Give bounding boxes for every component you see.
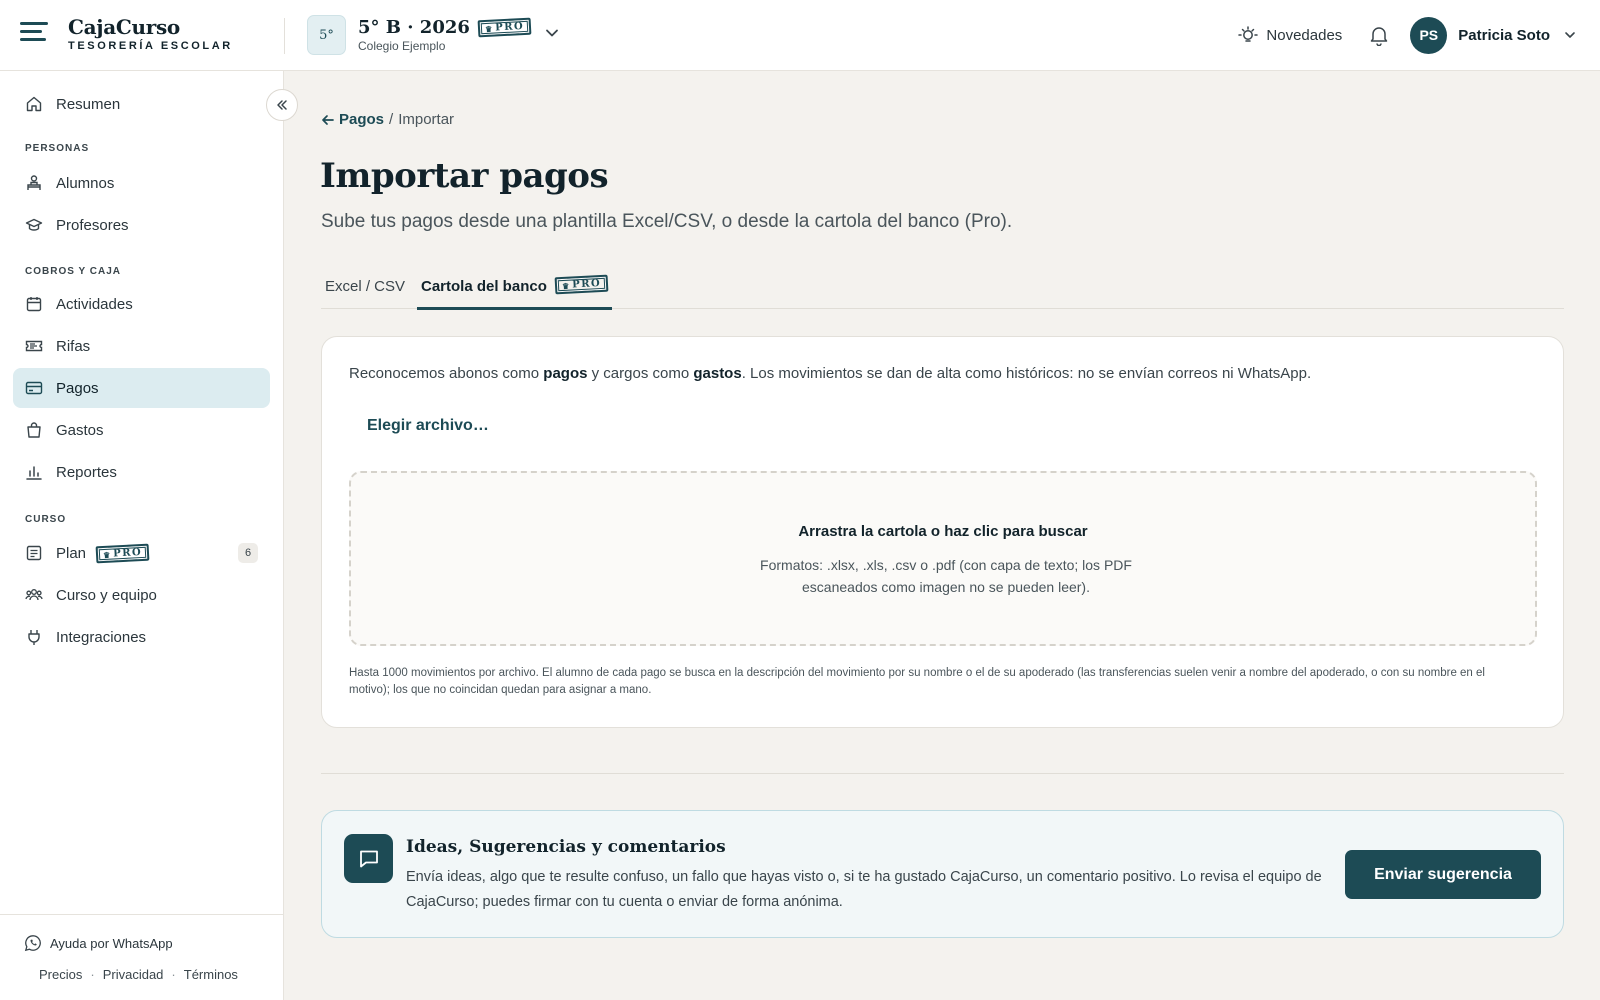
double-chevron-left-icon	[277, 100, 287, 110]
whatsapp-help-label: Ayuda por WhatsApp	[50, 935, 173, 951]
footer-links: Precios · Privacidad · Términos	[39, 967, 238, 982]
sidebar-item-label: Actividades	[56, 295, 133, 313]
lightbulb-icon	[1238, 26, 1259, 42]
sidebar-item-reportes[interactable]: Reportes	[13, 452, 270, 492]
brand-logo[interactable]: CajaCurso TESORERÍA ESCOLAR	[68, 15, 233, 52]
file-dropzone[interactable]: Arrastra la cartola o haz clic para busc…	[349, 471, 1537, 646]
section-cobros: COBROS Y CAJA	[25, 266, 121, 277]
dropzone-formats: Formatos: .xlsx, .xls, .csv o .pdf (con …	[760, 557, 1132, 595]
course-school: Colegio Ejemplo	[358, 39, 446, 53]
whatsapp-help-link[interactable]: Ayuda por WhatsApp	[24, 934, 173, 952]
sidebar-item-alumnos[interactable]: Alumnos	[13, 163, 270, 203]
plan-count-badge: 6	[238, 543, 258, 563]
dropzone-title: Arrastra la cartola o haz clic para busc…	[798, 523, 1088, 540]
calendar-icon	[26, 297, 42, 312]
footer-separator: ·	[171, 967, 176, 982]
graduation-cap-icon	[25, 218, 43, 231]
bar-chart-icon	[26, 466, 42, 480]
sidebar-item-label: Pagos	[56, 379, 99, 397]
sidebar-item-pagos[interactable]: Pagos	[13, 368, 270, 408]
pro-badge: ♛ PRO	[477, 17, 532, 38]
import-card: Reconocemos abonos como pagos y cargos c…	[321, 336, 1564, 728]
sidebar-item-curso-equipo[interactable]: Curso y equipo	[13, 575, 270, 615]
brand-subtitle: TESORERÍA ESCOLAR	[68, 40, 233, 52]
chat-bubble-icon	[344, 834, 393, 883]
sidebar-item-actividades[interactable]: Actividades	[13, 284, 270, 324]
sidebar-item-label: Alumnos	[56, 174, 115, 192]
chevron-down-icon[interactable]	[1564, 29, 1576, 41]
sidebar-item-resumen[interactable]: Resumen	[13, 84, 270, 124]
tab-label: Cartola del banco	[421, 278, 547, 295]
sidebar-item-profesores[interactable]: Profesores	[13, 205, 270, 245]
user-name[interactable]: Patricia Soto	[1458, 27, 1550, 44]
sidebar-item-label: Gastos	[56, 421, 104, 439]
page-title: Importar pagos	[320, 156, 609, 196]
section-curso: CURSO	[25, 514, 67, 525]
course-title-row: 5° B · 2026 ♛ PRO	[358, 17, 532, 38]
course-badge: 5°	[307, 15, 346, 55]
footer-link-precios[interactable]: Precios	[39, 967, 82, 982]
sidebar: Resumen PERSONAS Alumnos Profesores COBR…	[0, 71, 284, 1000]
send-suggestion-button[interactable]: Enviar sugerencia	[1345, 850, 1541, 899]
novedades-button[interactable]: Novedades	[1238, 25, 1342, 45]
footer-link-terminos[interactable]: Términos	[184, 967, 238, 982]
users-icon	[25, 589, 43, 601]
content-divider	[321, 773, 1564, 774]
document-icon	[26, 545, 42, 561]
arrow-left-icon	[322, 114, 334, 125]
credit-card-icon	[25, 381, 43, 395]
topbar-divider	[284, 18, 285, 54]
course-switcher[interactable]: 5° 5° B · 2026 ♛ PRO Colegio Ejemplo	[307, 15, 559, 55]
avatar[interactable]: PS	[1410, 16, 1448, 54]
sidebar-item-plan[interactable]: Plan ♛ PRO 6	[13, 533, 270, 573]
sidebar-item-label: Curso y equipo	[56, 586, 157, 604]
brand-name: CajaCurso	[68, 15, 180, 39]
pro-badge: ♛ PRO	[554, 274, 609, 295]
sidebar-item-rifas[interactable]: Rifas	[13, 326, 270, 366]
top-bar: CajaCurso TESORERÍA ESCOLAR 5° 5° B · 20…	[0, 0, 1600, 71]
bell-icon[interactable]	[1368, 24, 1390, 46]
ticket-icon	[25, 340, 43, 352]
feedback-title: Ideas, Sugerencias y comentarios	[406, 837, 726, 857]
tab-cartola-banco[interactable]: Cartola del banco ♛ PRO	[417, 266, 613, 310]
sidebar-item-label: Plan	[56, 544, 87, 562]
feedback-text: Envía ideas, algo que te resulte confuso…	[406, 869, 1322, 910]
sidebar-divider	[0, 914, 284, 915]
sidebar-item-label: Integraciones	[56, 628, 147, 646]
sidebar-item-gastos[interactable]: Gastos	[13, 410, 270, 450]
plug-icon	[28, 630, 40, 645]
tab-excel-csv[interactable]: Excel / CSV	[325, 266, 405, 309]
breadcrumb: Pagos / Importar	[321, 111, 454, 128]
sidebar-item-label: Resumen	[56, 95, 121, 113]
import-tabs: Excel / CSV Cartola del banco ♛ PRO	[321, 266, 1564, 310]
sidebar-item-label: Profesores	[56, 216, 129, 234]
page-subtitle: Sube tus pagos desde una plantilla Excel…	[321, 211, 1013, 232]
collapse-sidebar-button[interactable]	[266, 89, 298, 121]
novedades-label: Novedades	[1266, 26, 1343, 44]
section-personas: PERSONAS	[25, 143, 90, 154]
student-icon	[27, 175, 41, 190]
home-icon	[26, 96, 42, 112]
breadcrumb-separator: /	[389, 111, 394, 128]
sidebar-item-integraciones[interactable]: Integraciones	[13, 617, 270, 657]
pro-badge: ♛ PRO	[95, 543, 150, 563]
sidebar-item-label: Reportes	[56, 463, 117, 481]
import-note: Hasta 1000 movimientos por archivo. El a…	[349, 667, 1485, 696]
footer-separator: ·	[90, 967, 95, 982]
import-description: Reconocemos abonos como pagos y cargos c…	[349, 365, 1312, 382]
footer-link-privacidad[interactable]: Privacidad	[103, 967, 164, 982]
breadcrumb-pagos: Pagos	[339, 111, 385, 128]
choose-file-button[interactable]: Elegir archivo…	[367, 417, 489, 435]
breadcrumb-current: Importar	[398, 111, 455, 128]
breadcrumb-back-link[interactable]: Pagos	[321, 111, 384, 128]
sidebar-item-label: Rifas	[56, 337, 91, 355]
whatsapp-icon	[24, 935, 41, 952]
menu-icon[interactable]	[20, 22, 48, 44]
shopping-bag-icon	[27, 422, 41, 438]
course-title: 5° B · 2026	[358, 17, 470, 38]
feedback-panel: Ideas, Sugerencias y comentarios Envía i…	[321, 810, 1564, 938]
chevron-down-icon	[546, 29, 559, 37]
